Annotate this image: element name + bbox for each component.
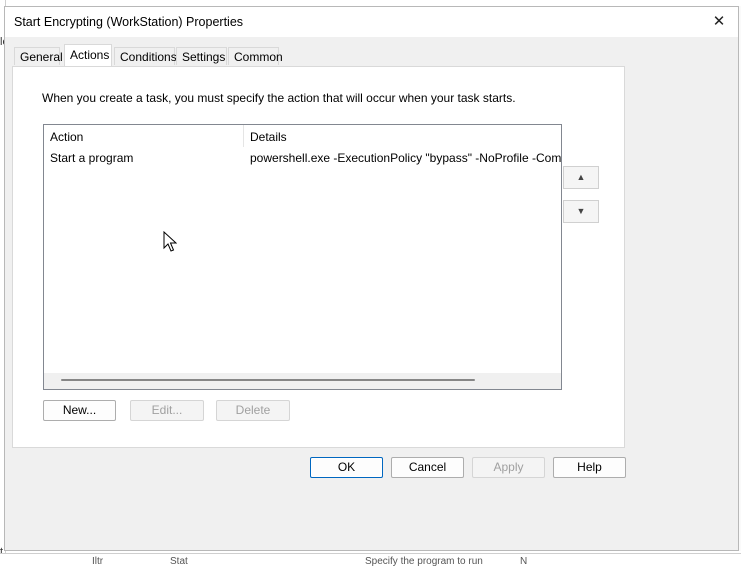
triangle-down-icon: ▼ [576,206,586,216]
help-button[interactable]: Help [553,457,626,478]
move-down-button[interactable]: ▼ [563,200,599,223]
tab-conditions[interactable]: Conditions [114,47,177,65]
background-text-fragment: Stat [170,556,188,567]
scrollbar-thumb[interactable] [61,379,475,381]
details-cell: powershell.exe -ExecutionPolicy "bypass"… [250,151,562,165]
mouse-cursor-icon [163,231,177,252]
cancel-button[interactable]: Cancel [391,457,464,478]
tab-common[interactable]: Common [228,47,283,65]
column-header-details[interactable]: Details [244,125,561,147]
background-text-fragment: Specify the program to run [365,556,483,567]
ok-button[interactable]: OK [310,457,383,478]
move-up-button[interactable]: ▲ [563,166,599,189]
tab-general[interactable]: General [14,47,63,65]
delete-action-button[interactable]: Delete [216,400,290,421]
horizontal-scrollbar[interactable] [44,373,561,389]
background-text-fragment: N [520,556,528,567]
tab-actions[interactable]: Actions [64,44,112,66]
tab-settings[interactable]: Settings [176,47,227,65]
dialog-title: Start Encrypting (WorkStation) Propertie… [14,15,244,29]
title-bar[interactable]: Start Encrypting (WorkStation) Propertie… [5,7,738,37]
list-header: Action Details [44,125,561,147]
task-properties-dialog: Start Encrypting (WorkStation) Propertie… [4,6,739,551]
close-button[interactable]: ✕ [706,10,732,34]
actions-intro-text: When you create a task, you must specify… [42,91,516,105]
edit-action-button[interactable]: Edit... [130,400,204,421]
new-action-button[interactable]: New... [43,400,116,421]
list-item[interactable]: Start a program powershell.exe -Executio… [44,149,561,167]
apply-button[interactable]: Apply [472,457,545,478]
action-cell: Start a program [50,151,134,165]
close-icon: ✕ [712,13,726,30]
actions-tab-panel: When you create a task, you must specify… [12,66,625,448]
background-window-bottom: Iltr Stat Specify the program to run N [0,553,741,568]
background-text-fragment: Iltr [92,556,104,567]
column-header-action[interactable]: Action [44,125,244,147]
actions-list[interactable]: Action Details Start a program powershel… [43,124,562,390]
triangle-up-icon: ▲ [576,172,586,182]
